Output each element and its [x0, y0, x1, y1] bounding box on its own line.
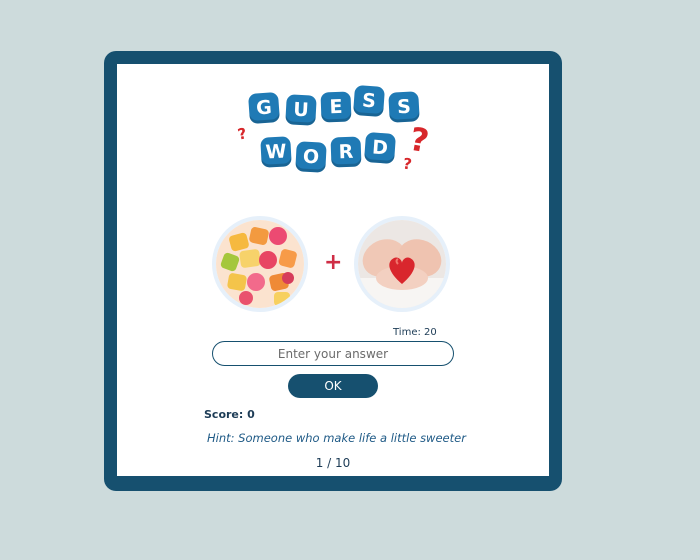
hint-text: Hint: Someone who make life a little swe…	[207, 431, 466, 445]
logo-letter: G	[247, 91, 281, 125]
logo-letter: D	[363, 131, 397, 165]
logo-letter: S	[388, 91, 420, 123]
ok-button[interactable]: OK	[288, 374, 378, 398]
logo-letter: E	[320, 91, 352, 123]
logo-letter: U	[285, 94, 317, 126]
score-label: Score: 0	[204, 408, 255, 421]
question-progress: 1 / 10	[315, 456, 351, 470]
heart-hands-image	[358, 220, 446, 308]
answer-input[interactable]	[212, 341, 454, 366]
candies-illustration	[216, 220, 304, 308]
logo-letter: O	[295, 141, 327, 173]
logo-letter: W	[260, 136, 292, 168]
candies-image	[216, 220, 304, 308]
logo-letter: S	[352, 84, 386, 118]
heart-hands-illustration	[358, 220, 446, 308]
timer-label: Time: 20	[393, 327, 437, 338]
logo-letter: R	[330, 136, 362, 168]
plus-icon: +	[324, 250, 343, 275]
